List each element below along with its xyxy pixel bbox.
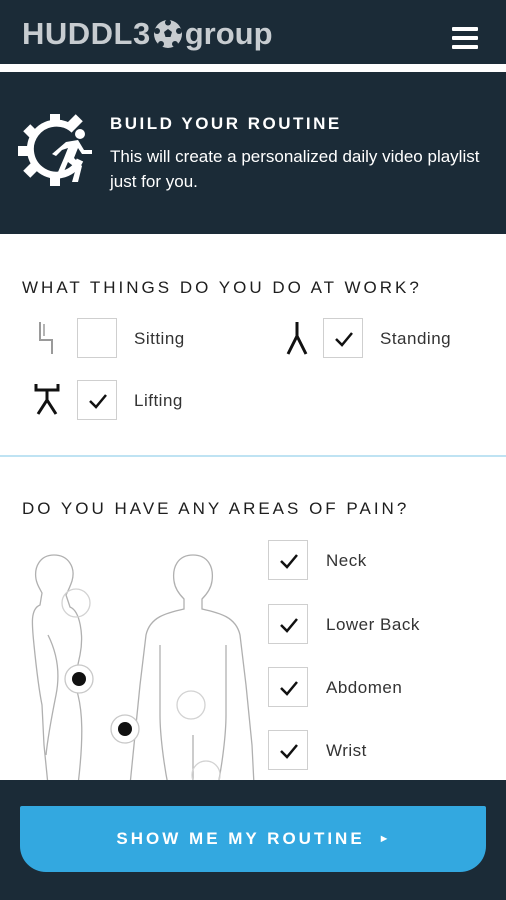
standing-checkbox[interactable] — [323, 318, 363, 358]
soccer-ball-icon — [153, 19, 182, 48]
show-routine-label: SHOW ME MY ROUTINE — [116, 829, 365, 848]
lower-back-checkbox[interactable] — [268, 604, 308, 644]
neck-checkbox[interactable] — [268, 540, 308, 580]
standing-icon — [286, 322, 308, 355]
work-section-title: WHAT THINGS DO YOU DO AT WORK? — [22, 278, 422, 297]
sitting-checkbox[interactable] — [77, 318, 117, 358]
sitting-icon — [39, 322, 53, 354]
checkmark-icon — [335, 332, 353, 347]
checkmark-icon — [280, 618, 298, 633]
sitting-label: Sitting — [134, 329, 185, 348]
checkmark-icon — [89, 394, 107, 409]
wrist-label: Wrist — [326, 741, 367, 760]
lower-back-label: Lower Back — [326, 615, 420, 634]
neck-label: Neck — [326, 551, 367, 570]
standing-label: Standing — [380, 329, 452, 348]
section-divider — [0, 455, 506, 457]
lifting-checkbox[interactable] — [77, 380, 117, 420]
abdomen-label: Abdomen — [326, 678, 403, 697]
routine-banner: BUILD YOUR ROUTINE This will create a pe… — [0, 72, 506, 234]
gear-runner-icon — [18, 114, 92, 186]
pain-section-title: DO YOU HAVE ANY AREAS OF PAIN? — [22, 499, 410, 518]
show-routine-button[interactable]: SHOW ME MY ROUTINE ► — [20, 806, 486, 872]
app-logo[interactable]: HUDDL3 group — [22, 14, 273, 54]
play-arrow-icon: ► — [378, 833, 390, 845]
banner-title: BUILD YOUR ROUTINE — [110, 114, 342, 133]
hamburger-menu-icon[interactable] — [452, 27, 478, 49]
abdomen-checkbox[interactable] — [268, 667, 308, 707]
lifting-label: Lifting — [134, 391, 183, 410]
lifting-icon — [34, 384, 60, 415]
logo-text-right: group — [184, 16, 273, 51]
banner-description: This will create a personalized daily vi… — [110, 147, 480, 191]
top-bar: HUDDL3 group — [0, 0, 506, 68]
checkmark-icon — [280, 681, 298, 696]
body-diagram — [31, 554, 255, 785]
logo-text-left: HUDDL3 — [22, 16, 151, 51]
checkmark-icon — [280, 744, 298, 759]
checkmark-icon — [280, 554, 298, 569]
wrist-checkbox[interactable] — [268, 730, 308, 770]
